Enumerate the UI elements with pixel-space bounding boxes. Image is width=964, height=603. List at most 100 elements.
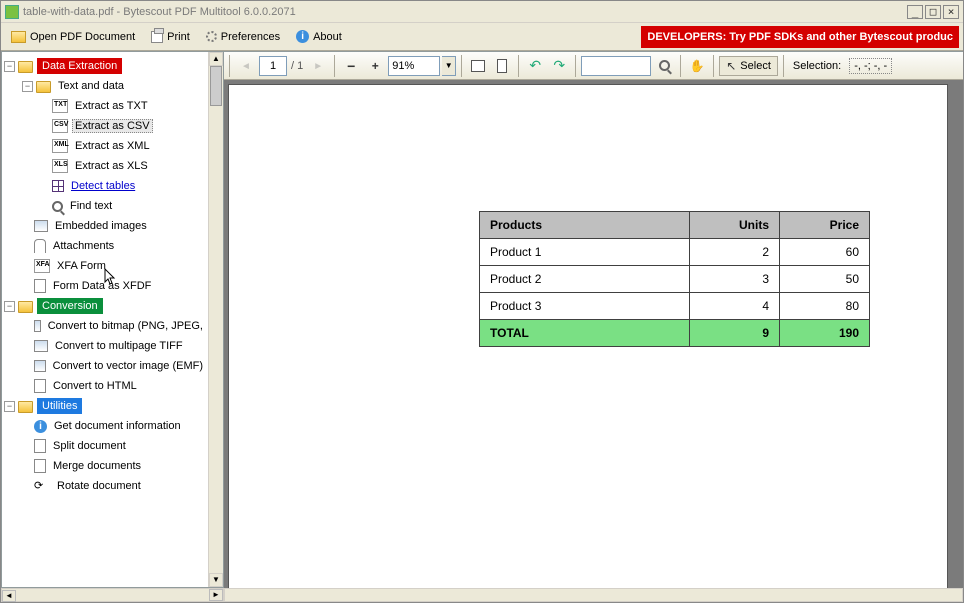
scroll-down-button[interactable]: ▼ — [209, 573, 223, 587]
find-button[interactable] — [653, 55, 675, 77]
txt-icon: TXT — [52, 99, 68, 113]
viewer-hscroll[interactable] — [224, 588, 963, 602]
fit-page-button[interactable] — [491, 55, 513, 77]
xfa-icon: XFA — [34, 259, 50, 273]
search-input[interactable] — [581, 56, 651, 76]
tree-node-utilities[interactable]: − Utilities — [4, 396, 206, 416]
sidebar-scrollbar[interactable]: ▲ ▼ — [208, 52, 223, 587]
tree-node-get-info[interactable]: i Get document information — [4, 416, 206, 436]
about-button[interactable]: i About — [290, 28, 348, 45]
extract-txt-label: Extract as TXT — [72, 99, 151, 113]
arrow-left-icon — [241, 60, 251, 72]
zoom-out-button[interactable] — [340, 55, 362, 77]
xfa-form-label: XFA Form — [54, 259, 109, 273]
fit-width-button[interactable] — [467, 55, 489, 77]
table-row: Product 1 2 60 — [480, 239, 870, 266]
tree-node-split[interactable]: Split document — [4, 436, 206, 456]
info-icon: i — [296, 30, 309, 43]
zoom-input[interactable] — [388, 56, 440, 76]
zoom-out-icon — [347, 58, 355, 74]
title-bar: table-with-data.pdf - Bytescout PDF Mult… — [1, 1, 963, 23]
folder-icon — [18, 401, 33, 413]
preferences-button[interactable]: Preferences — [200, 29, 286, 45]
rotate-right-icon — [553, 57, 565, 74]
selection-label: Selection: — [793, 60, 841, 72]
minimize-button[interactable]: _ — [907, 5, 923, 19]
find-icon — [52, 201, 63, 212]
hand-tool-button[interactable] — [686, 55, 708, 77]
collapse-icon[interactable]: − — [4, 401, 15, 412]
tree-node-find-text[interactable]: Find text — [4, 196, 206, 216]
form-xfdf-label: Form Data as XFDF — [50, 279, 154, 293]
tree-node-form-xfdf[interactable]: Form Data as XFDF — [4, 276, 206, 296]
sidebar: − Data Extraction − Text and data TXT Ex… — [1, 51, 224, 588]
zoom-in-button[interactable] — [364, 55, 386, 77]
zoom-dropdown-button[interactable]: ▼ — [442, 56, 456, 76]
tree-node-extract-xls[interactable]: XLS Extract as XLS — [4, 156, 206, 176]
page-canvas[interactable]: Products Units Price Product 1 2 60 Prod… — [224, 80, 963, 588]
banner-text: DEVELOPERS: Try PDF SDKs and other Bytes… — [647, 31, 953, 43]
tree-node-extract-csv[interactable]: CSV Extract as CSV — [4, 116, 206, 136]
pdf-table: Products Units Price Product 1 2 60 Prod… — [479, 211, 870, 347]
print-button[interactable]: Print — [145, 29, 196, 45]
open-pdf-button[interactable]: Open PDF Document — [5, 29, 141, 45]
table-row: Product 3 4 80 — [480, 293, 870, 320]
hscroll-left-button[interactable]: ◄ — [2, 590, 16, 602]
app-icon — [5, 5, 19, 19]
cell-total-label: TOTAL — [480, 320, 690, 347]
scroll-thumb[interactable] — [210, 66, 222, 106]
open-label: Open PDF Document — [30, 31, 135, 43]
folder-open-icon — [11, 31, 26, 43]
tree-node-text-and-data[interactable]: − Text and data — [4, 76, 206, 96]
cursor-icon — [726, 59, 736, 73]
tree-node-convert-tiff[interactable]: Convert to multipage TIFF — [4, 336, 206, 356]
folder-icon — [18, 301, 33, 313]
next-page-button[interactable] — [307, 55, 329, 77]
header-price: Price — [780, 212, 870, 239]
tree-node-merge[interactable]: Merge documents — [4, 456, 206, 476]
sidebar-hscroll[interactable]: ◄ ► — [1, 588, 224, 602]
rotate-right-button[interactable] — [548, 55, 570, 77]
maximize-button[interactable]: □ — [925, 5, 941, 19]
tree-node-embedded-images[interactable]: Embedded images — [4, 216, 206, 236]
page-number-input[interactable] — [259, 56, 287, 76]
find-text-label: Find text — [67, 199, 115, 213]
collapse-icon[interactable]: − — [22, 81, 33, 92]
extract-xml-label: Extract as XML — [72, 139, 153, 153]
collapse-icon[interactable]: − — [4, 61, 15, 72]
convert-emf-label: Convert to vector image (EMF) — [50, 359, 206, 373]
cat-conversion-label: Conversion — [37, 298, 103, 314]
cell-product: Product 2 — [480, 266, 690, 293]
prefs-label: Preferences — [221, 31, 280, 43]
prev-page-button[interactable] — [235, 55, 257, 77]
tree-node-convert-bitmap[interactable]: Convert to bitmap (PNG, JPEG, — [4, 316, 206, 336]
nav-tree[interactable]: − Data Extraction − Text and data TXT Ex… — [2, 52, 208, 587]
scroll-up-button[interactable]: ▲ — [209, 52, 223, 66]
rotate-label: Rotate document — [54, 479, 144, 493]
table-icon — [52, 180, 64, 192]
tree-node-conversion[interactable]: − Conversion — [4, 296, 206, 316]
tree-node-convert-emf[interactable]: Convert to vector image (EMF) — [4, 356, 206, 376]
separator — [229, 55, 230, 77]
rotate-icon: ⟳ — [34, 479, 50, 493]
select-tool-button[interactable]: Select — [719, 56, 778, 76]
cell-units: 4 — [690, 293, 780, 320]
developer-banner[interactable]: DEVELOPERS: Try PDF SDKs and other Bytes… — [641, 26, 959, 48]
tree-node-xfa-form[interactable]: XFA XFA Form — [4, 256, 206, 276]
tree-node-attachments[interactable]: Attachments — [4, 236, 206, 256]
cell-price: 80 — [780, 293, 870, 320]
cell-total-price: 190 — [780, 320, 870, 347]
cell-product: Product 1 — [480, 239, 690, 266]
print-label: Print — [167, 31, 190, 43]
tree-node-detect-tables[interactable]: Detect tables — [4, 176, 206, 196]
tree-node-data-extraction[interactable]: − Data Extraction — [4, 56, 206, 76]
rotate-left-button[interactable] — [524, 55, 546, 77]
hscroll-right-button[interactable]: ► — [209, 589, 223, 601]
tree-node-convert-html[interactable]: Convert to HTML — [4, 376, 206, 396]
tree-node-extract-txt[interactable]: TXT Extract as TXT — [4, 96, 206, 116]
cell-price: 50 — [780, 266, 870, 293]
close-button[interactable]: × — [943, 5, 959, 19]
collapse-icon[interactable]: − — [4, 301, 15, 312]
tree-node-extract-xml[interactable]: XML Extract as XML — [4, 136, 206, 156]
tree-node-rotate[interactable]: ⟳ Rotate document — [4, 476, 206, 496]
